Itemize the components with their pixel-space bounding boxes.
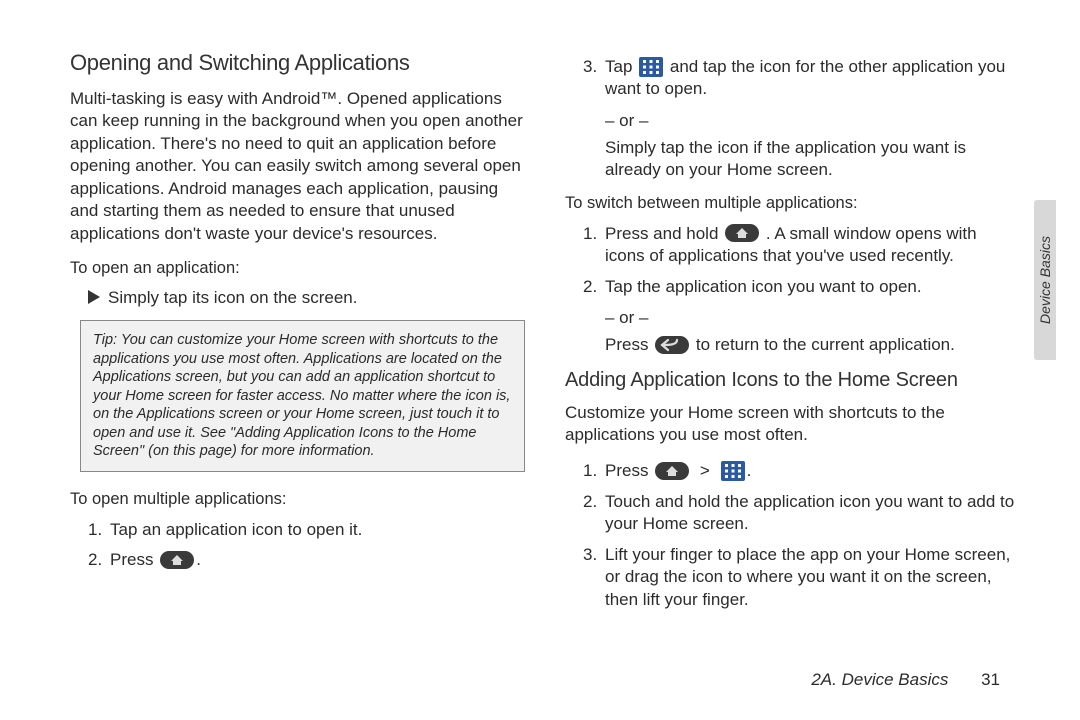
step-number: 2.: [583, 491, 605, 536]
alt-step-text: Simply tap the icon if the application y…: [605, 137, 1020, 182]
step-text: Press >: [605, 460, 1020, 482]
list-item: 2. Press .: [88, 549, 525, 571]
apps-grid-icon: [639, 57, 663, 77]
two-column-layout: Opening and Switching Applications Multi…: [70, 50, 1020, 621]
page-number: 31: [981, 670, 1000, 689]
or-separator: – or –: [605, 111, 1020, 131]
chevron-right-icon: >: [700, 461, 710, 480]
step-text: Press .: [110, 549, 525, 571]
step-text: Touch and hold the application icon you …: [605, 491, 1020, 536]
procedure-label-multi: To open multiple applications:: [70, 490, 525, 509]
tip-box: Tip: You can customize your Home screen …: [80, 320, 525, 472]
list-item: 1. Press and hold . A small window opens…: [583, 223, 1020, 268]
subsection-heading: Adding Application Icons to the Home Scr…: [565, 369, 1020, 392]
step-text: Press and hold . A small window opens wi…: [605, 223, 1020, 268]
bullet-text: Simply tap its icon on the screen.: [108, 288, 357, 308]
step-text: Lift your finger to place the app on you…: [605, 544, 1020, 611]
home-key-icon: [655, 462, 689, 480]
step-number: 1.: [583, 223, 605, 268]
procedure-label-open: To open an application:: [70, 259, 525, 278]
intro-paragraph: Multi-tasking is easy with Android™. Ope…: [70, 88, 525, 245]
step-text: Tap an application icon to open it.: [110, 519, 525, 541]
home-key-icon: [160, 551, 194, 569]
step-number: 2.: [583, 276, 605, 298]
subsection-intro: Customize your Home screen with shortcut…: [565, 402, 1020, 447]
list-item: 2. Touch and hold the application icon y…: [583, 491, 1020, 536]
tip-body: You can customize your Home screen with …: [93, 332, 510, 459]
side-tab-label: Device Basics: [1037, 236, 1053, 324]
numbered-list: 1. Tap an application icon to open it. 2…: [88, 519, 525, 572]
tip-label: Tip:: [93, 332, 117, 348]
list-item: 2. Tap the application icon you want to …: [583, 276, 1020, 298]
back-key-icon: [655, 336, 689, 354]
step-text: Tap the application icon you want to ope…: [605, 276, 1020, 298]
step-number: 3.: [583, 56, 605, 101]
section-heading: Opening and Switching Applications: [70, 50, 525, 76]
alt-step-text: Press to return to the current applicati…: [605, 334, 1020, 356]
left-column: Opening and Switching Applications Multi…: [70, 50, 525, 621]
apps-grid-icon: [721, 461, 745, 481]
numbered-list-cont: 3. Tap and tap t: [583, 56, 1020, 101]
manual-page: Opening and Switching Applications Multi…: [0, 0, 1080, 720]
list-item: 1. Tap an application icon to open it.: [88, 519, 525, 541]
home-key-icon: [725, 224, 759, 242]
or-separator: – or –: [605, 308, 1020, 328]
procedure-label-switch: To switch between multiple applications:: [565, 194, 1020, 213]
step-number: 1.: [583, 460, 605, 482]
side-tab: Device Basics: [1034, 200, 1056, 360]
footer-section: 2A. Device Basics: [811, 670, 948, 689]
numbered-list-add: 1. Press >: [583, 460, 1020, 611]
list-item: 1. Press >: [583, 460, 1020, 482]
right-column: 3. Tap and tap t: [565, 50, 1020, 621]
step-number: 3.: [583, 544, 605, 611]
step-number: 2.: [88, 549, 110, 571]
page-footer: 2A. Device Basics 31: [811, 670, 1000, 690]
triangle-bullet-icon: [88, 288, 100, 310]
bullet-item: Simply tap its icon on the screen.: [88, 288, 525, 310]
numbered-list-switch: 1. Press and hold . A small window opens…: [583, 223, 1020, 298]
list-item: 3. Lift your finger to place the app on …: [583, 544, 1020, 611]
step-number: 1.: [88, 519, 110, 541]
step-text: Tap and tap the icon for the other appl: [605, 56, 1020, 101]
list-item: 3. Tap and tap t: [583, 56, 1020, 101]
